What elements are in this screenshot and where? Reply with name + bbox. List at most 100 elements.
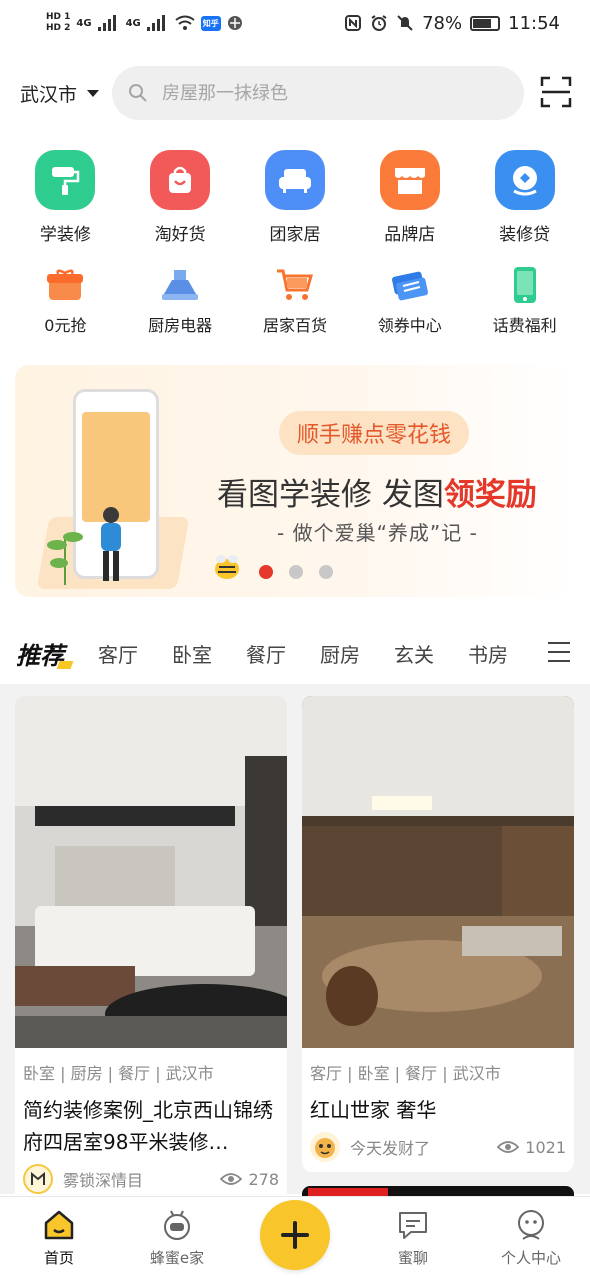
profile-icon <box>515 1209 547 1241</box>
avatar <box>23 1164 53 1194</box>
bee-robot-icon <box>161 1209 193 1241</box>
hd1-label: HD 1 <box>46 12 71 22</box>
eye-icon <box>497 1141 520 1153</box>
entry-phone-credit[interactable]: 话费福利 <box>470 266 580 336</box>
tab-living-room[interactable]: 客厅 <box>98 639 138 668</box>
banner-pill: 顺手赚点零花钱 <box>279 411 470 455</box>
entry-label: 领券中心 <box>377 316 442 335</box>
entry-label: 厨房电器 <box>148 316 213 335</box>
battery-icon <box>470 15 501 31</box>
entry-label: 0元抢 <box>44 316 87 335</box>
card-tags: 客厅 | 卧室 | 餐厅 | 武汉市 <box>310 1064 501 1083</box>
entry-household-goods[interactable]: 居家百货 <box>240 266 350 336</box>
status-left: HD 1 HD 2 4G 4G 知乎 <box>46 12 243 34</box>
banner-headline-highlight: 领奖励 <box>443 477 537 513</box>
entry-coupon-center[interactable]: 领券中心 <box>355 266 465 336</box>
menu-icon[interactable] <box>548 642 570 662</box>
paint-roller-icon <box>35 150 96 210</box>
view-count: 1021 <box>497 1138 566 1157</box>
carousel-dots <box>259 565 333 579</box>
feed-area: 卧室 | 厨房 | 餐厅 | 武汉市 简约装修案例_北京西山锦绣府四居室98平米… <box>0 684 590 1206</box>
view-count: 278 <box>220 1170 279 1189</box>
tab-dining[interactable]: 餐厅 <box>246 639 286 668</box>
entry-label: 团家居 <box>269 225 321 245</box>
alarm-icon <box>371 15 387 31</box>
entry-decor-loan[interactable]: 装修贷 <box>470 150 580 245</box>
secondary-entries: 0元抢 厨房电器 居家百货 领券中心 话费福利 <box>0 266 590 336</box>
entry-label: 品牌店 <box>384 225 436 245</box>
entry-learn-decor[interactable]: 学装修 <box>10 150 120 245</box>
phone-icon <box>504 266 546 304</box>
city-label: 武汉市 <box>20 83 78 106</box>
view-count-value: 278 <box>248 1169 279 1189</box>
sofa-icon <box>264 150 325 210</box>
entry-shop-goods[interactable]: 淘好货 <box>125 150 235 245</box>
tab-recommended[interactable]: 推荐 <box>16 636 64 671</box>
card-photo <box>15 696 287 1048</box>
nav-home[interactable]: 首页 <box>0 1197 118 1278</box>
cart-icon <box>274 266 316 304</box>
nav-label: 蜂蜜e家 <box>149 1249 205 1267</box>
status-right: 78% 11:54 <box>344 13 560 34</box>
city-selector[interactable]: 武汉市 <box>20 80 100 107</box>
carousel-dot[interactable] <box>319 565 333 579</box>
signal1-label: 4G <box>76 17 92 29</box>
primary-entries: 学装修 淘好货 团家居 品牌店 装修贷 <box>0 150 590 245</box>
eye-icon <box>220 1173 243 1185</box>
scan-icon[interactable] <box>540 76 572 108</box>
signal-icon <box>97 15 120 31</box>
banner-headline: 看图学装修 发图领奖励 <box>217 469 537 514</box>
search-input[interactable] <box>162 82 482 104</box>
loan-icon <box>494 150 555 210</box>
entry-zero-grab[interactable]: 0元抢 <box>10 266 120 336</box>
mute-icon <box>397 15 413 31</box>
zhihu-icon: 知乎 <box>200 15 221 31</box>
tab-study[interactable]: 书房 <box>468 639 508 668</box>
carousel-dot[interactable] <box>289 565 303 579</box>
tab-entrance[interactable]: 玄关 <box>394 639 434 668</box>
entry-label: 居家百货 <box>262 316 327 335</box>
status-bar: HD 1 HD 2 4G 4G 知乎 78% 11:54 <box>0 0 590 46</box>
shopping-bag-icon <box>150 150 211 210</box>
card-author: 今天发财了 <box>350 1139 431 1158</box>
store-icon <box>379 150 440 210</box>
person-illustration <box>101 507 121 581</box>
promo-banner[interactable]: 顺手赚点零花钱 看图学装修 发图领奖励 - 做个爱巢“养成”记 - <box>15 365 575 597</box>
view-count-value: 1021 <box>525 1137 566 1157</box>
feed-card[interactable]: 卧室 | 厨房 | 餐厅 | 武汉市 简约装修案例_北京西山锦绣府四居室98平米… <box>15 696 287 1206</box>
clock: 11:54 <box>508 12 560 34</box>
range-hood-icon <box>159 266 201 304</box>
nav-chat[interactable]: 蜜聊 <box>354 1197 472 1278</box>
header-row: 武汉市 <box>0 66 590 120</box>
wifi-icon <box>175 15 195 30</box>
plant-illustration <box>47 532 83 585</box>
carousel-dot[interactable] <box>259 565 273 579</box>
bee-mascot-icon <box>215 555 239 579</box>
card-photo <box>302 696 574 1048</box>
entry-kitchen-appliances[interactable]: 厨房电器 <box>125 266 235 336</box>
card-tags: 卧室 | 厨房 | 餐厅 | 武汉市 <box>23 1064 214 1083</box>
feed-card[interactable]: 客厅 | 卧室 | 餐厅 | 武汉市 红山世家 奢华 今天发财了 1021 <box>302 696 574 1172</box>
nav-bee-home[interactable]: 蜂蜜e家 <box>118 1197 236 1278</box>
entry-group-home[interactable]: 团家居 <box>240 150 350 245</box>
tab-bedroom[interactable]: 卧室 <box>172 639 212 668</box>
tab-kitchen[interactable]: 厨房 <box>320 639 360 668</box>
banner-headline-main: 看图学装修 发图 <box>217 477 444 513</box>
signal-icon-2 <box>146 15 169 31</box>
card-title: 红山世家 奢华 <box>310 1098 437 1122</box>
chat-icon <box>397 1209 429 1241</box>
search-bar[interactable] <box>112 66 524 120</box>
add-post-button[interactable] <box>260 1200 330 1270</box>
plus-icon <box>281 1221 309 1249</box>
card-meta: 今天发财了 1021 <box>302 1126 574 1162</box>
category-tabs: 推荐 客厅 卧室 餐厅 厨房 玄关 书房 <box>0 630 590 676</box>
nav-profile[interactable]: 个人中心 <box>472 1197 590 1278</box>
avatar <box>310 1132 340 1162</box>
gift-icon <box>44 266 86 304</box>
nfc-icon <box>345 15 362 31</box>
entry-brand-store[interactable]: 品牌店 <box>355 150 465 245</box>
entry-label: 淘好货 <box>154 225 206 245</box>
banner-subline: - 做个爱巢“养成”记 - <box>277 521 478 545</box>
nav-label: 首页 <box>43 1249 74 1267</box>
search-icon <box>129 84 147 102</box>
